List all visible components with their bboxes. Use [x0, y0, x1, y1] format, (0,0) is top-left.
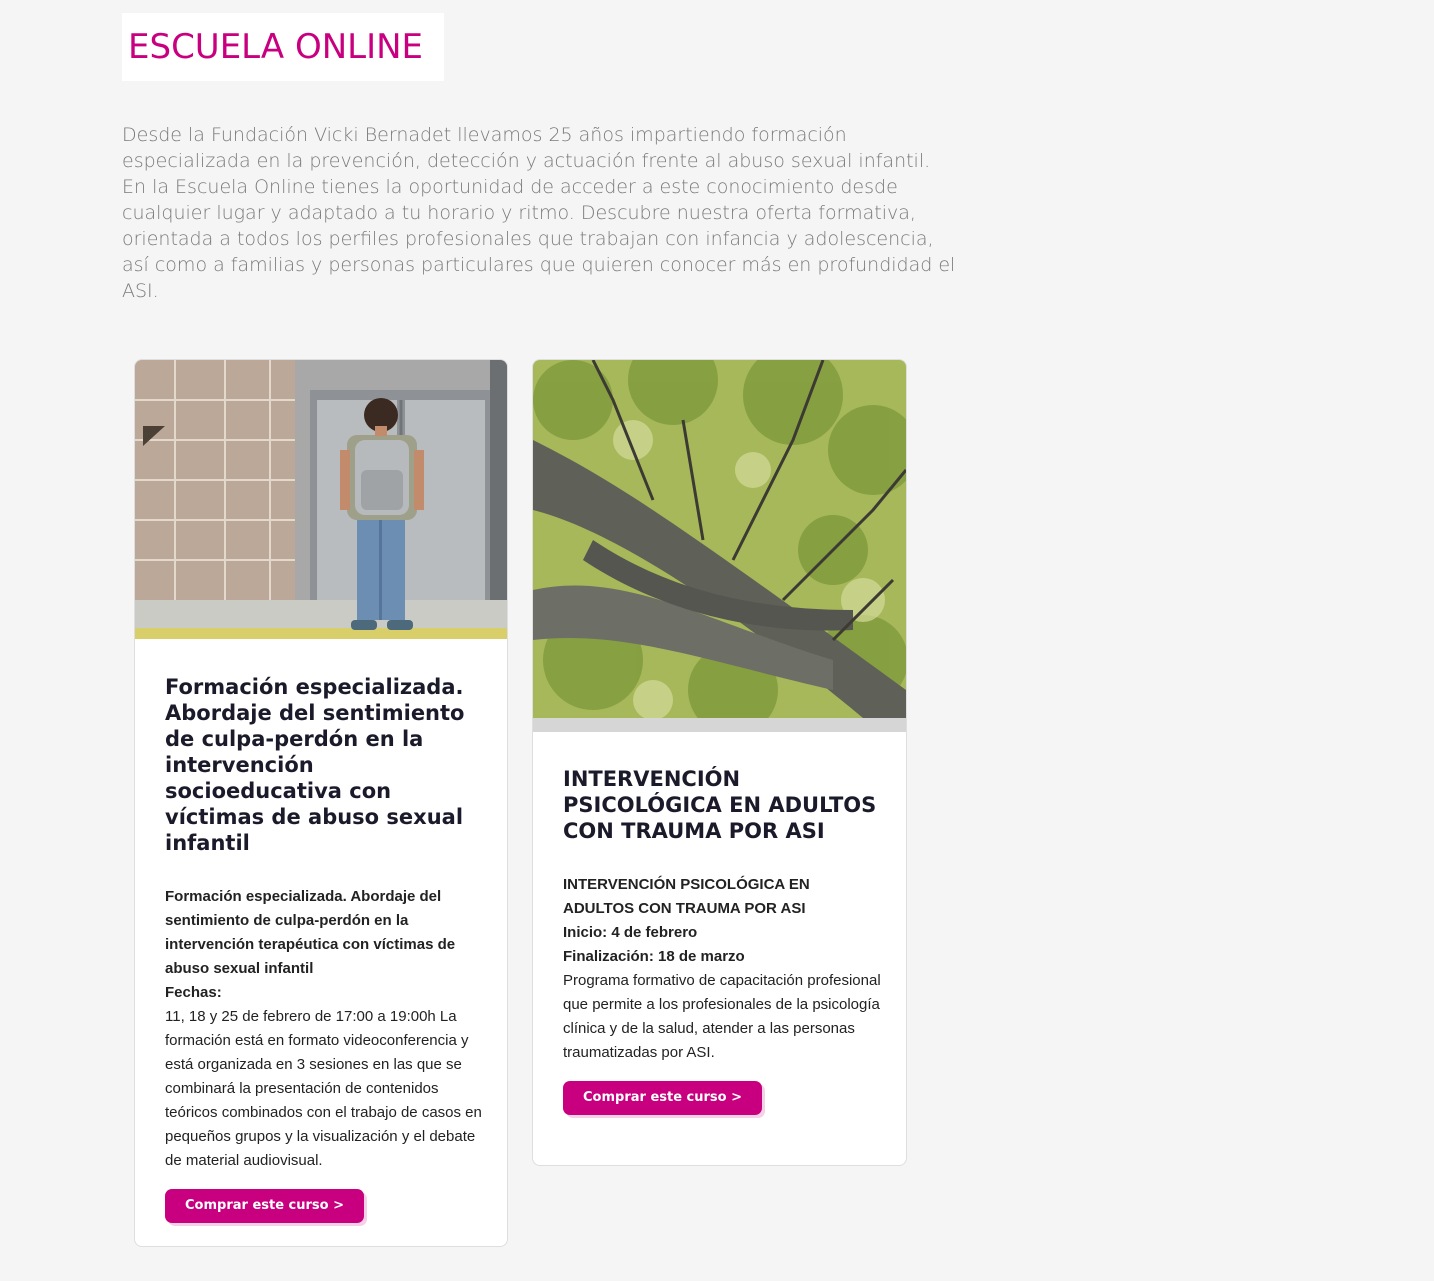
course-title: Formación especializada. Abordaje del se… [165, 675, 465, 855]
course-dates-label: Fechas: [165, 984, 222, 1001]
course-title: INTERVENCIÓN PSICOLÓGICA EN ADULTOS CON … [563, 767, 877, 843]
page-title: ESCUELA ONLINE [128, 27, 424, 67]
course-card-body: INTERVENCIÓN PSICOLÓGICA EN ADULTOS CON … [563, 766, 881, 1115]
course-end-date: Finalización: 18 de marzo [563, 948, 745, 965]
course-subtitle: Formación especializada. Abordaje del se… [165, 888, 456, 977]
course-card: Formación especializada. Abordaje del se… [134, 359, 508, 1247]
page-title-box: ESCUELA ONLINE [122, 13, 444, 81]
course-description: Formación especializada. Abordaje del se… [165, 885, 483, 1173]
course-description: INTERVENCIÓN PSICOLÓGICA EN ADULTOS CON … [563, 873, 881, 1065]
course-subtitle: INTERVENCIÓN PSICOLÓGICA EN ADULTOS CON … [563, 876, 810, 917]
intro-paragraph: Desde la Fundación Vicki Bernadet llevam… [122, 124, 956, 302]
course-details: 11, 18 y 25 de febrero de 17:00 a 19:00h… [165, 1008, 482, 1169]
course-start-date: Inicio: 4 de febrero [563, 924, 698, 941]
course-card-body: Formación especializada. Abordaje del se… [165, 674, 483, 1223]
course-image-tree-canopy [533, 360, 906, 732]
course-card: INTERVENCIÓN PSICOLÓGICA EN ADULTOS CON … [532, 359, 907, 1166]
course-details: Programa formativo de capacitación profe… [563, 972, 881, 1061]
course-image-boy-with-backpack [135, 360, 507, 639]
buy-course-button[interactable]: Comprar este curso > [563, 1081, 763, 1115]
buy-course-button[interactable]: Comprar este curso > [165, 1189, 365, 1223]
